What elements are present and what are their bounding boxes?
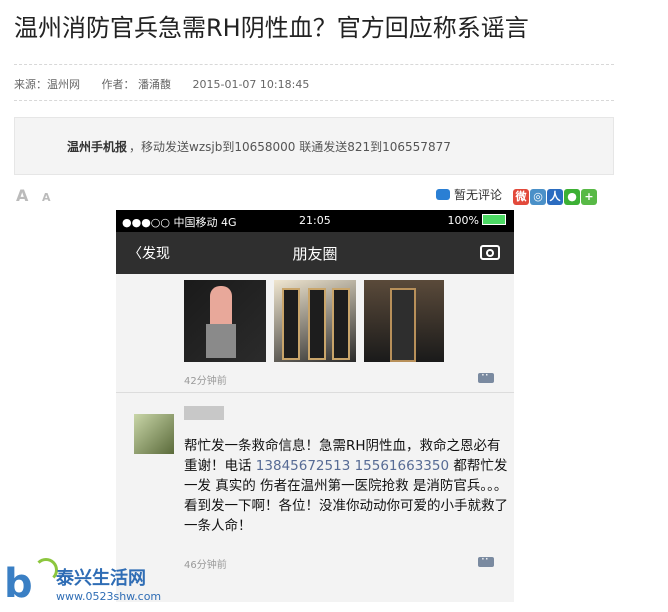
post-photo-bottle[interactable] (364, 280, 444, 362)
post-divider (116, 392, 514, 393)
article-meta: 来源：温州网 作者： 潘涌馥 2015-01-07 10:18:45 (14, 76, 327, 92)
carrier-signal: ●●●○○ 中国移动 4G (122, 216, 237, 229)
site-watermark: b 泰兴生活网 www.0523shw.com (4, 556, 204, 610)
font-small-button[interactable]: A (42, 191, 51, 204)
article-source[interactable]: 来源：温州网 (14, 78, 80, 91)
promo-box: 温州手机报 ，移动发送wzsjb到10658000 联通发送821到1065578… (14, 117, 614, 175)
watermark-arc-icon (34, 558, 58, 582)
qzone-icon[interactable]: ◎ (530, 189, 546, 205)
title-divider (14, 64, 614, 65)
phone-link-2[interactable]: 15561663350 (355, 458, 449, 474)
promo-brand[interactable]: 温州手机报 (67, 140, 127, 154)
share-bar: 微 ◎ 人 ● + (513, 185, 598, 205)
plus-icon[interactable]: + (581, 189, 597, 205)
meta-divider (14, 100, 614, 101)
battery-icon (482, 214, 506, 225)
article-title: 温州消防官兵急需RH阴性血？官方回应称系谣言 (14, 14, 529, 42)
post-photo-lipstick[interactable] (184, 280, 266, 362)
post-photo-boxes[interactable] (274, 280, 356, 362)
comment-link[interactable]: 暂无评论 (436, 186, 502, 203)
nav-title: 朋友圈 (292, 245, 338, 263)
battery-status: 100% (448, 214, 506, 227)
wechat-moments-screenshot: ●●●○○ 中国移动 4G 21:05 100% 〈发现 朋友圈 42分钟前 帮… (116, 210, 514, 602)
renren-icon[interactable]: 人 (547, 189, 563, 205)
comment-label: 暂无评论 (454, 188, 503, 202)
phone-status-bar: ●●●○○ 中国移动 4G 21:05 100% (116, 210, 514, 232)
promo-message: ，移动发送wzsjb到10658000 联通发送821到106557877 (129, 140, 451, 154)
article-author: 作者： 潘涌馥 (101, 78, 172, 91)
weibo-icon[interactable]: 微 (513, 189, 529, 205)
comment-bubble-icon (436, 189, 450, 200)
blurred-nickname[interactable] (184, 406, 224, 420)
promo-text: 温州手机报 ，移动发送wzsjb到10658000 联通发送821到1065578… (67, 138, 451, 155)
font-size-controls: A A (16, 186, 50, 205)
moments-nav-bar: 〈发现 朋友圈 (116, 232, 514, 274)
watermark-name: 泰兴生活网 (56, 568, 146, 589)
post1-more-icon[interactable] (478, 368, 494, 383)
avatar[interactable] (134, 414, 174, 454)
post2-more-icon[interactable] (478, 552, 494, 567)
wechat-icon[interactable]: ● (564, 189, 580, 205)
post1-time: 42分钟前 (184, 376, 227, 387)
article-datetime: 2015-01-07 10:18:45 (192, 78, 310, 91)
status-time: 21:05 (299, 214, 331, 227)
camera-icon[interactable] (480, 245, 500, 260)
phone-link-1[interactable]: 13845672513 (256, 458, 350, 474)
watermark-url: www.0523shw.com (56, 590, 162, 603)
post2-text: 帮忙发一条救命信息！急需RH阴性血，救命之恩必有重谢！电话 1384567251… (184, 436, 514, 536)
font-large-button[interactable]: A (16, 186, 28, 205)
battery-percent: 100% (447, 214, 479, 227)
